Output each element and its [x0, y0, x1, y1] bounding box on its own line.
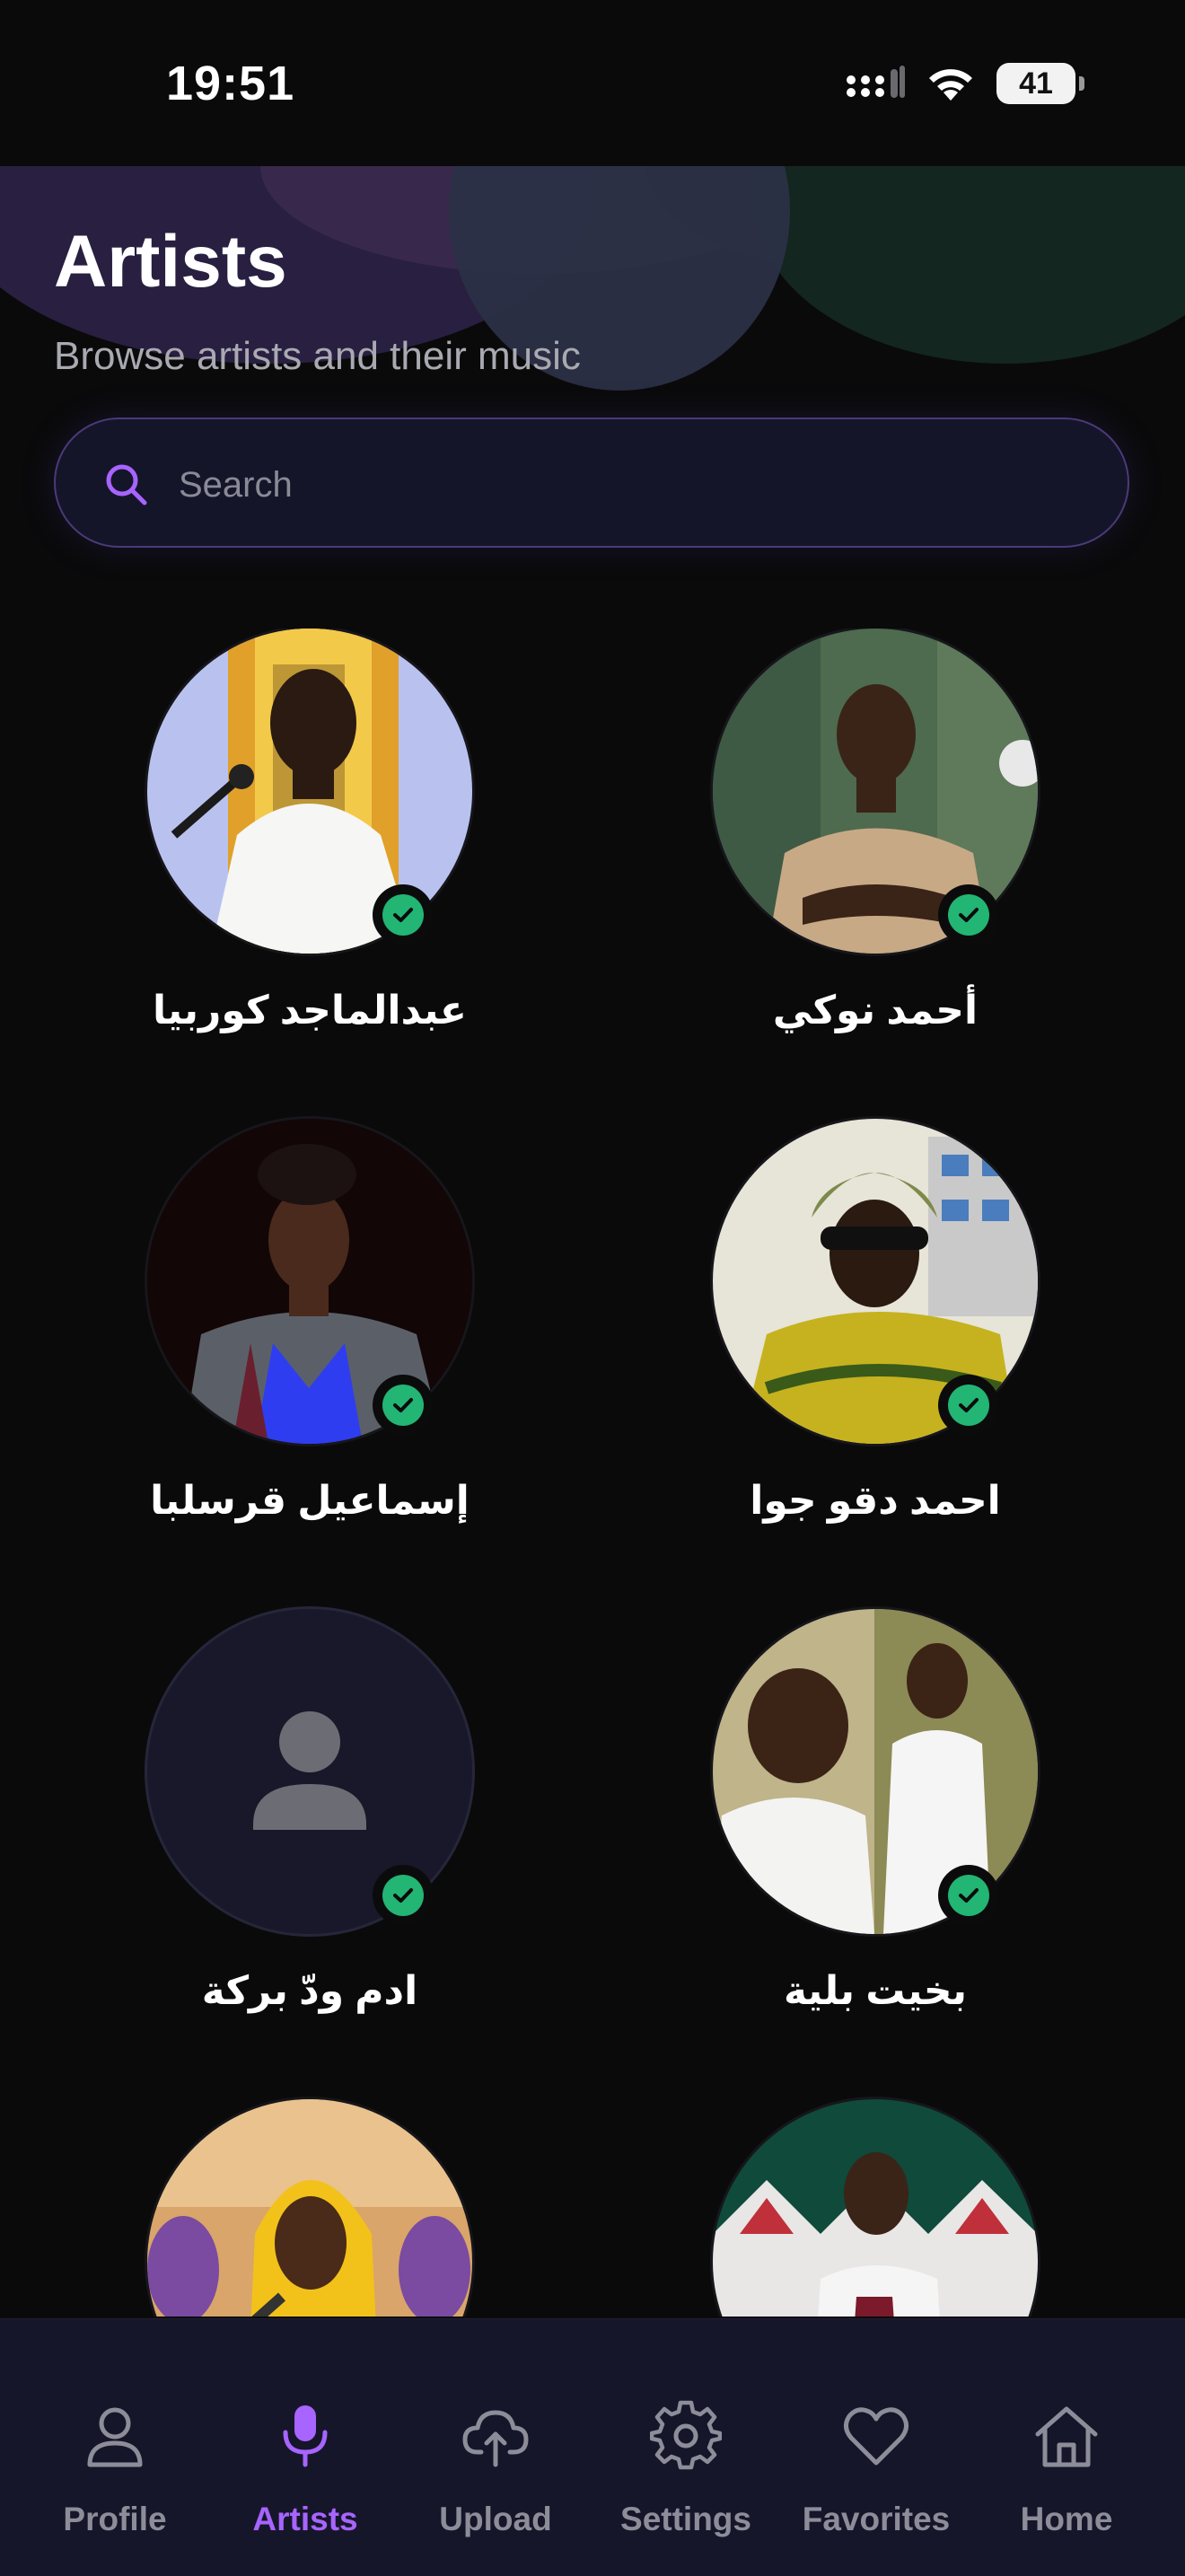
nav-item-home[interactable]: Home — [971, 2319, 1162, 2537]
artist-card[interactable]: ادم ودّ بركة — [103, 1609, 516, 2076]
home-icon — [1035, 2406, 1098, 2467]
status-bar: 19:51 41 — [0, 0, 1185, 166]
verified-badge — [373, 1865, 434, 1926]
status-time: 19:51 — [166, 57, 295, 110]
nav-item-profile[interactable]: Profile — [20, 2319, 210, 2537]
microphone-icon — [283, 2405, 328, 2467]
nav-label-profile: Profile — [63, 2501, 167, 2537]
status-icons: 41 — [846, 63, 1084, 104]
artist-card[interactable] — [103, 2099, 516, 2317]
verified-badge — [373, 1375, 434, 1436]
artist-name: أحمد نوكي — [772, 989, 979, 1033]
checkmark-icon — [393, 908, 413, 922]
verified-badge — [373, 884, 434, 945]
checkmark-icon — [959, 1888, 979, 1903]
artist-card[interactable]: عبدالماجد كوربيا — [103, 629, 516, 1095]
artist-name: احمد دقو جوا — [750, 1479, 1001, 1523]
verified-badge — [938, 884, 999, 945]
artist-card[interactable]: إسماعيل قرسلبا — [103, 1119, 516, 1586]
gear-icon — [650, 2400, 722, 2470]
battery-indicator: 41 — [996, 63, 1084, 104]
artist-avatar — [713, 2099, 1038, 2317]
checkmark-icon — [959, 1398, 979, 1412]
cloud-upload-icon — [462, 2410, 529, 2467]
nav-label-favorites: Favorites — [802, 2501, 951, 2537]
nav-label-settings: Settings — [620, 2501, 751, 2537]
artist-card[interactable]: احمد دقو جوا — [669, 1119, 1082, 1586]
artist-card[interactable]: بخيت بلية — [669, 1609, 1082, 2076]
artist-avatar — [147, 2099, 472, 2317]
bottom-navigation: Profile Artists Upload Settings Favorite… — [0, 2318, 1185, 2576]
checkmark-icon — [393, 1888, 413, 1903]
search-bar[interactable] — [54, 418, 1129, 548]
page-title: Artists — [54, 221, 287, 303]
nav-label-home: Home — [1020, 2501, 1113, 2537]
nav-item-artists[interactable]: Artists — [210, 2319, 400, 2537]
wifi-icon — [929, 69, 972, 101]
verified-badge — [938, 1375, 999, 1436]
search-icon — [106, 464, 147, 506]
nav-label-artists: Artists — [252, 2501, 358, 2537]
nav-label-upload: Upload — [439, 2501, 552, 2537]
cellular-signal-icon — [847, 66, 905, 98]
artist-name: عبدالماجد كوربيا — [153, 989, 467, 1033]
artist-name: إسماعيل قرسلبا — [150, 1479, 470, 1523]
person-icon — [87, 2407, 143, 2467]
verified-badge — [938, 1865, 999, 1926]
artists-grid: عبدالماجد كوربيا أحمد نوكي إسماعيل قرسلب… — [0, 629, 1185, 2317]
artist-name: بخيت بلية — [783, 1969, 968, 2013]
checkmark-icon — [959, 908, 979, 922]
nav-item-favorites[interactable]: Favorites — [781, 2319, 971, 2537]
nav-item-settings[interactable]: Settings — [591, 2319, 781, 2537]
nav-item-upload[interactable]: Upload — [400, 2319, 591, 2537]
heart-icon — [844, 2407, 908, 2466]
artist-name: ادم ودّ بركة — [201, 1969, 418, 2013]
page-subtitle: Browse artists and their music — [54, 334, 581, 378]
checkmark-icon — [393, 1398, 413, 1412]
artist-card[interactable] — [669, 2099, 1082, 2317]
artist-card[interactable]: أحمد نوكي — [669, 629, 1082, 1095]
search-input[interactable] — [177, 446, 1078, 523]
